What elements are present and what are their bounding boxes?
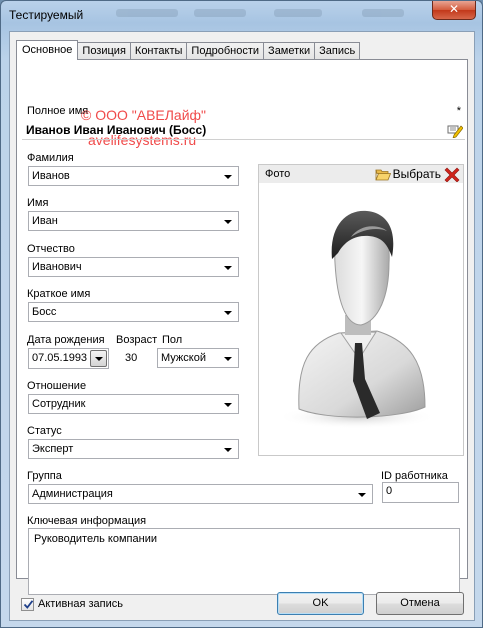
employee-id-label: ID работника bbox=[381, 470, 448, 482]
name-label: Имя bbox=[27, 197, 49, 209]
edit-pencil-icon[interactable] bbox=[447, 122, 463, 138]
photo-panel: Фото Выбрать bbox=[258, 164, 464, 456]
birth-date-picker[interactable]: 07.05.1993 bbox=[28, 348, 109, 369]
employee-id-value: 0 bbox=[386, 485, 393, 497]
dialog-client-area: Основное Позиция Контакты Подробности За… bbox=[9, 31, 475, 621]
short-name-value: Босс bbox=[32, 306, 57, 318]
window-title: Тестируемый bbox=[9, 8, 84, 22]
age-value: 30 bbox=[125, 352, 138, 364]
fullname-label: Полное имя bbox=[27, 105, 89, 117]
group-combo[interactable]: Администрация bbox=[28, 484, 373, 504]
fullname-field[interactable]: Иванов Иван Иванович (Босс) bbox=[22, 121, 465, 140]
calendar-dropdown-button[interactable] bbox=[90, 350, 107, 367]
surname-value: Иванов bbox=[32, 170, 70, 182]
status-combo[interactable]: Эксперт bbox=[28, 439, 239, 459]
required-marker: * bbox=[456, 105, 461, 117]
chevron-down-icon bbox=[224, 266, 232, 270]
status-label: Статус bbox=[27, 425, 62, 437]
close-button[interactable]: ✕ bbox=[432, 1, 476, 20]
relation-value: Сотрудник bbox=[32, 398, 86, 410]
name-value: Иван bbox=[32, 215, 58, 227]
photo-header: Фото Выбрать bbox=[259, 165, 463, 183]
gender-label: Пол bbox=[162, 334, 183, 346]
cancel-button[interactable]: Отмена bbox=[376, 592, 464, 615]
tab-strip: Основное Позиция Контакты Подробности За… bbox=[16, 40, 361, 60]
group-value: Администрация bbox=[32, 488, 113, 500]
group-label: Группа bbox=[27, 470, 62, 482]
pick-photo-button[interactable]: Выбрать bbox=[375, 166, 441, 182]
tab-record[interactable]: Запись bbox=[315, 42, 361, 60]
active-record-label[interactable]: Активная запись bbox=[38, 598, 123, 610]
age-label: Возраст bbox=[116, 334, 158, 346]
chevron-down-icon bbox=[224, 311, 232, 315]
birth-date-value: 07.05.1993 bbox=[32, 352, 88, 364]
tab-notes[interactable]: Заметки bbox=[264, 42, 316, 60]
patronymic-value: Иванович bbox=[32, 261, 82, 273]
chevron-down-icon bbox=[224, 220, 232, 224]
patronymic-label: Отчество bbox=[27, 243, 75, 255]
gender-value: Мужской bbox=[161, 352, 206, 364]
name-combo[interactable]: Иван bbox=[28, 211, 239, 231]
tab-details[interactable]: Подробности bbox=[187, 42, 265, 60]
key-info-label: Ключевая информация bbox=[27, 515, 147, 527]
background-window-ghost bbox=[116, 7, 416, 21]
person-avatar-image bbox=[277, 210, 437, 429]
tab-contacts[interactable]: Контакты bbox=[130, 42, 188, 60]
chevron-down-icon bbox=[224, 403, 232, 407]
chevron-down-icon bbox=[224, 448, 232, 452]
short-name-label: Краткое имя bbox=[27, 288, 91, 300]
active-record-checkbox[interactable] bbox=[21, 598, 34, 611]
chevron-down-icon bbox=[358, 493, 366, 497]
delete-photo-icon[interactable] bbox=[444, 166, 460, 182]
tab-panel-main: Полное имя * © ООО "АВЕЛайф" avelifesyst… bbox=[16, 59, 468, 595]
title-bar[interactable]: Тестируемый ✕ bbox=[1, 1, 482, 31]
surname-label: Фамилия bbox=[27, 152, 74, 164]
chevron-down-icon bbox=[95, 357, 103, 361]
patronymic-combo[interactable]: Иванович bbox=[28, 257, 239, 277]
fullname-value: Иванов Иван Иванович (Босс) bbox=[26, 123, 207, 137]
tab-main[interactable]: Основное bbox=[16, 40, 79, 60]
pick-photo-label: Выбрать bbox=[392, 167, 441, 181]
key-info-textarea[interactable]: Руководитель компании bbox=[28, 528, 460, 595]
relation-combo[interactable]: Сотрудник bbox=[28, 394, 239, 414]
birth-label: Дата рождения bbox=[27, 334, 105, 346]
checkmark-icon bbox=[23, 600, 34, 609]
short-name-combo[interactable]: Босс bbox=[28, 302, 239, 322]
dialog-window: Тестируемый ✕ Основное Позиция Контакты … bbox=[0, 0, 483, 628]
folder-open-icon bbox=[375, 169, 391, 181]
chevron-down-icon bbox=[224, 175, 232, 179]
photo-title: Фото bbox=[265, 168, 291, 180]
chevron-down-icon bbox=[224, 357, 232, 361]
tab-position[interactable]: Позиция bbox=[78, 42, 131, 60]
relation-label: Отношение bbox=[27, 380, 87, 392]
surname-combo[interactable]: Иванов bbox=[28, 166, 239, 186]
key-info-value: Руководитель компании bbox=[34, 533, 157, 545]
employee-id-input[interactable]: 0 bbox=[382, 482, 459, 503]
ok-button[interactable]: OK bbox=[277, 592, 364, 615]
status-value: Эксперт bbox=[32, 443, 74, 455]
gender-combo[interactable]: Мужской bbox=[157, 348, 239, 368]
